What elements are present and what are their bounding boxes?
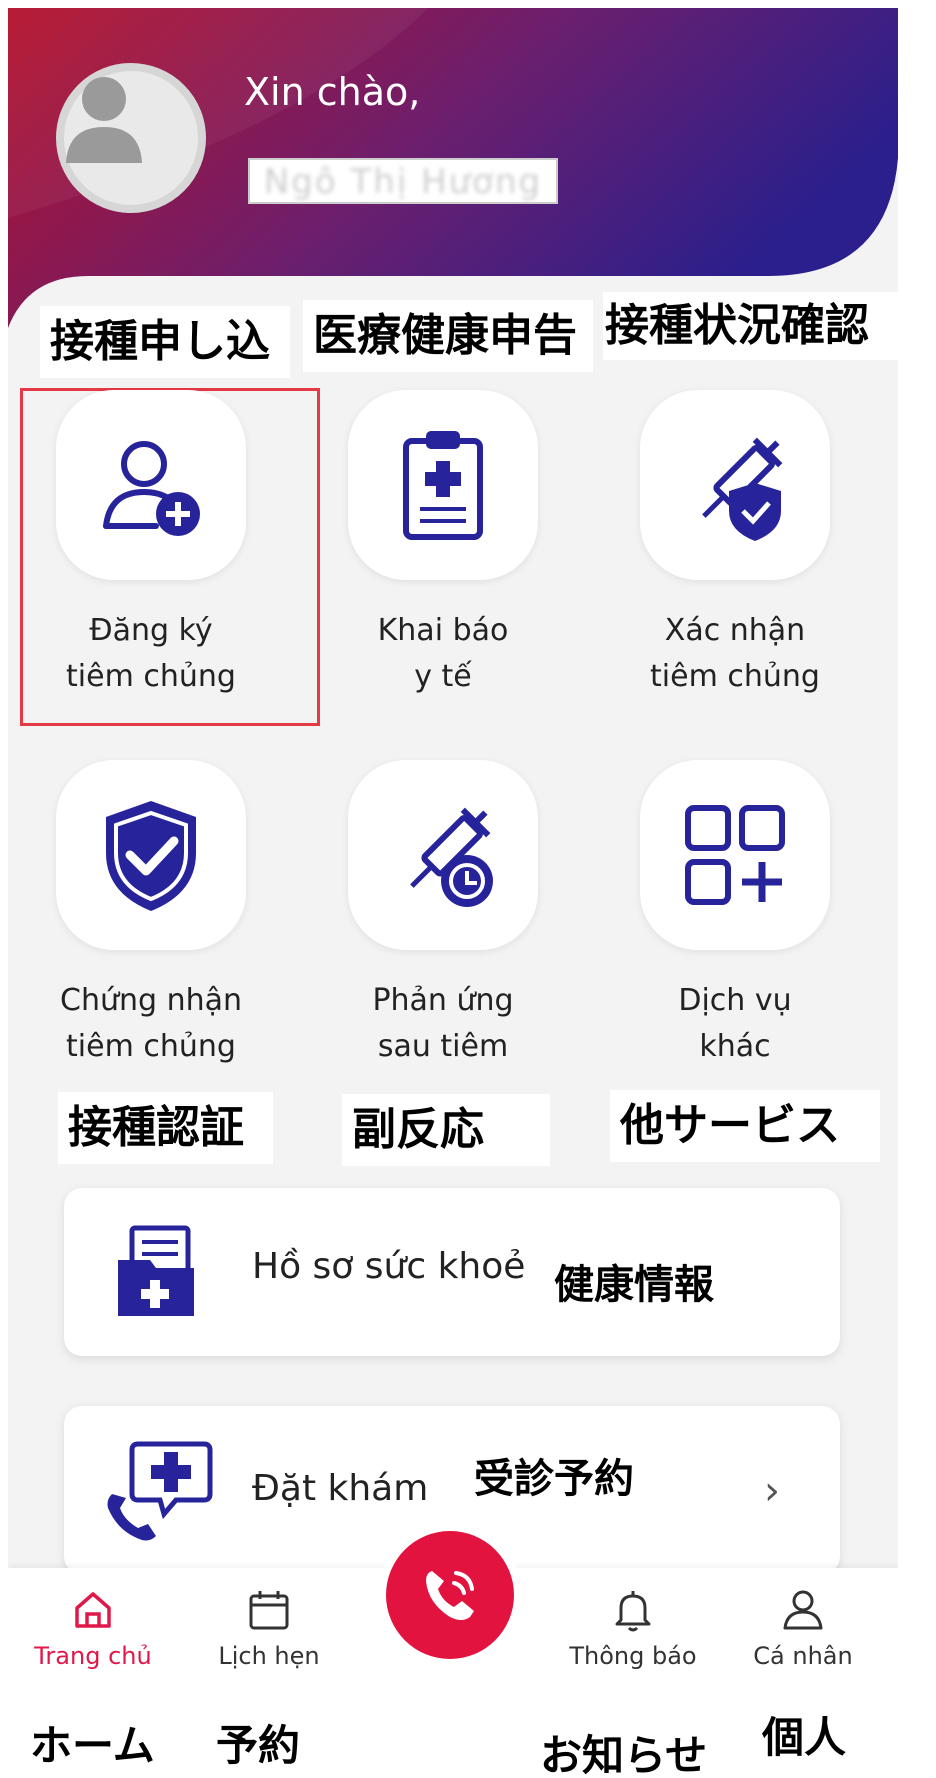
person-icon [783,1590,823,1630]
reaction-line1: Phản ứng [372,983,514,1018]
username-text: Ngô Thị Hương [263,162,543,202]
health-folder-icon [118,1225,194,1316]
profile-header: Xin chào, Ngô Thị Hương [8,8,898,328]
medical-declaration-label: Khai báo y tế [308,608,578,700]
calendar-icon [249,1591,289,1630]
annotation-register: 接種申し込 [40,306,290,378]
confirm-vaccination-label: Xác nhận tiêm chủng [600,608,870,700]
confirm-line2: tiêm chủng [650,659,820,694]
register-line2: tiêm chủng [66,659,236,694]
avatar[interactable] [56,63,206,213]
phone-call-icon [426,1571,474,1620]
other-line2: khác [699,1029,771,1064]
annotation-nav-schedule: 予約 [216,1721,301,1770]
register-vaccination-label: Đăng ký tiêm chủng [16,608,286,700]
annotation-nav-home: ホーム [30,1721,155,1770]
call-button[interactable] [378,1523,522,1667]
register-line1: Đăng ký [89,613,213,648]
nav-notifications[interactable]: Thông báo [548,1588,718,1670]
annotation-confirm: 接種状況確認 [603,292,898,360]
shield-check-icon [106,801,196,911]
vaccination-certificate-tile[interactable] [56,760,246,950]
username-redacted: Ngô Thị Hương [248,158,558,204]
health-record-label: Hồ sơ sức khoẻ [252,1246,526,1287]
bell-icon [615,1591,651,1632]
medical-line1: Khai báo [377,613,509,648]
user-add-icon [103,441,200,536]
syringe-clock-icon [410,807,493,907]
certificate-line2: tiêm chủng [66,1029,236,1064]
vaccination-certificate-label: Chứng nhận tiêm chủng [16,978,286,1070]
grid-plus-icon [685,805,785,905]
app-screen: Xin chào, Ngô Thị Hương 接種申し込 医療健康申告 接種状… [8,8,898,1778]
annotation-medical-declaration: 医療健康申告 [303,300,593,372]
booking-label: Đặt khám [252,1468,429,1509]
user-silhouette-icon [66,77,142,163]
nav-personal[interactable]: Cá nhân [718,1588,888,1670]
health-record-card[interactable]: Hồ sơ sức khoẻ 健康情報 [64,1188,840,1356]
other-services-tile[interactable] [640,760,830,950]
annotation-booking: 受診予約 [474,1455,634,1502]
nav-notifications-label: Thông báo [569,1642,697,1670]
annotation-nav-personal: 個人 [762,1713,847,1762]
confirm-vaccination-tile[interactable] [640,390,830,580]
certificate-line1: Chứng nhận [60,983,242,1018]
nav-home-label: Trang chủ [34,1642,152,1670]
other-line1: Dịch vụ [678,983,792,1018]
home-icon [75,1592,111,1628]
nav-personal-label: Cá nhân [753,1642,853,1670]
reaction-line2: sau tiêm [377,1029,509,1064]
register-vaccination-tile[interactable] [56,390,246,580]
confirm-line1: Xác nhận [664,613,806,648]
medical-call-icon [107,1441,213,1541]
medical-declaration-tile[interactable] [348,390,538,580]
annotation-health-record: 健康情報 [554,1261,714,1308]
other-services-label: Dịch vụ khác [600,978,870,1070]
annotation-nav-notify: お知らせ [540,1731,708,1778]
annotation-reaction: 副反応 [342,1094,550,1166]
post-injection-reaction-label: Phản ứng sau tiêm [308,978,578,1070]
call-button-inner [386,1531,514,1659]
clipboard-medical-icon [403,431,483,540]
chevron-right-icon: › [764,1468,780,1514]
syringe-shield-icon [702,437,783,541]
greeting-text: Xin chào, [244,70,421,114]
annotation-other: 他サービス [610,1090,880,1162]
nav-schedule-label: Lịch hẹn [218,1642,320,1670]
medical-line2: y tế [414,659,472,694]
annotation-certificate: 接種認証 [58,1092,273,1164]
post-injection-reaction-tile[interactable] [348,760,538,950]
nav-home[interactable]: Trang chủ [8,1588,178,1670]
nav-schedule[interactable]: Lịch hẹn [184,1588,354,1670]
